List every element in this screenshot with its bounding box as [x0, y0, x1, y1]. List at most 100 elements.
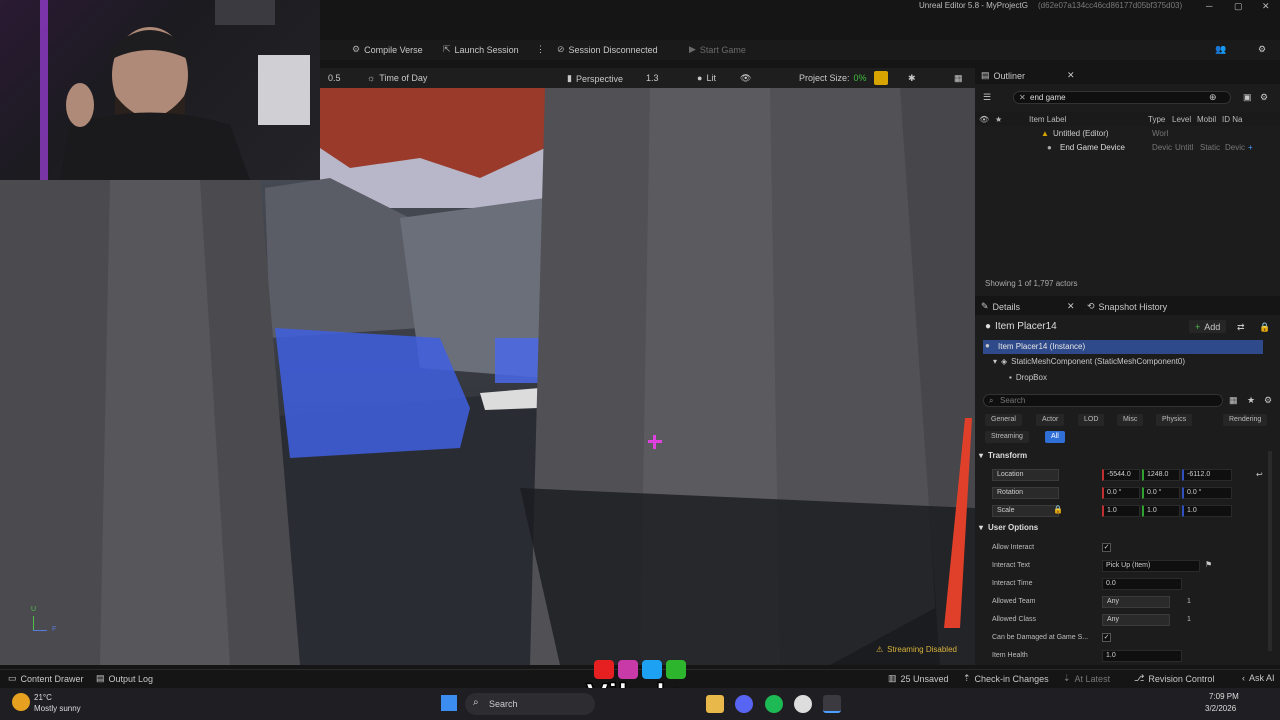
search-placeholder: Search: [1000, 396, 1026, 405]
col-item-label[interactable]: Item Label: [1029, 115, 1066, 124]
minimize-button[interactable]: ─: [1206, 1, 1212, 11]
fov-dropdown[interactable]: 1.3: [646, 73, 659, 83]
star-icon[interactable]: ★: [1247, 395, 1255, 406]
table-row[interactable]: ● End Game Device Devic Untitl Static De…: [975, 141, 1280, 153]
layout-grid-icon[interactable]: ▦: [954, 73, 963, 84]
col-level[interactable]: Level: [1172, 115, 1191, 124]
col-mobility[interactable]: Mobil: [1197, 115, 1216, 124]
snap-toggle-icon[interactable]: [874, 71, 888, 85]
close-tab-icon[interactable]: ✕: [1067, 301, 1075, 312]
interact-time-field[interactable]: 0.0: [1102, 578, 1182, 590]
revision-control-button[interactable]: ⎇ Revision Control: [1134, 673, 1214, 684]
location-dropdown[interactable]: Location: [992, 469, 1059, 481]
discord-icon[interactable]: [735, 695, 753, 713]
close-button[interactable]: ✕: [1262, 1, 1270, 12]
scale-z-field[interactable]: 1.0: [1182, 505, 1232, 517]
lock-scale-icon[interactable]: 🔒: [1053, 505, 1063, 514]
lock-icon[interactable]: 🔒: [1259, 322, 1270, 333]
tab-details[interactable]: ✎ Details: [981, 301, 1020, 312]
col-type[interactable]: Type: [1148, 115, 1165, 124]
item-health-field[interactable]: 1.0: [1102, 650, 1182, 662]
maximize-button[interactable]: ▢: [1234, 1, 1243, 12]
rotation-dropdown[interactable]: Rotation: [992, 487, 1059, 499]
add-icon[interactable]: +: [1248, 143, 1253, 152]
outliner-settings-icon[interactable]: ⚙: [1260, 92, 1268, 103]
spotify-icon[interactable]: [765, 695, 783, 713]
project-size-label: Project Size:: [799, 73, 850, 83]
details-settings-icon[interactable]: ⚙: [1264, 395, 1272, 406]
content-drawer-button[interactable]: ▭ Content Drawer: [8, 673, 84, 684]
start-game-button[interactable]: ▶ Start Game: [689, 44, 746, 55]
filter-actor[interactable]: Actor: [1036, 414, 1065, 426]
ask-ai-button[interactable]: ‹ Ask AI: [1242, 673, 1275, 683]
scale-y-field[interactable]: 1.0: [1142, 505, 1180, 517]
project-size: Project Size: 0%: [799, 73, 867, 83]
table-view-icon[interactable]: ▦: [1229, 395, 1238, 406]
reset-icon[interactable]: ↩: [1256, 470, 1263, 479]
lit-button[interactable]: ● Lit: [697, 73, 716, 83]
filter-misc[interactable]: Misc: [1117, 414, 1144, 426]
chrome-icon[interactable]: [794, 695, 812, 713]
windows-start-icon[interactable]: [441, 695, 457, 711]
filter-icon[interactable]: ☰: [983, 92, 991, 103]
add-component-button[interactable]: + Add: [1189, 320, 1227, 333]
tab-outliner[interactable]: ▤ Outliner: [981, 70, 1025, 81]
interact-text-field[interactable]: Pick Up (Item): [1102, 560, 1200, 572]
location-x-field[interactable]: -5544.0: [1102, 469, 1140, 481]
perspective-button[interactable]: ▮ Perspective: [567, 73, 623, 84]
outliner-search-input[interactable]: ✕ end game: [1013, 91, 1231, 104]
more-options-icon[interactable]: ⋮: [536, 44, 545, 55]
unsaved-button[interactable]: ▥ 25 Unsaved: [888, 673, 949, 684]
users-icon[interactable]: 👥: [1215, 44, 1226, 55]
folder-icon[interactable]: ▣: [1243, 92, 1252, 103]
add-filter-icon[interactable]: ⊕: [1209, 92, 1217, 103]
tree-item-mesh[interactable]: ▾ ◈ StaticMeshComponent (StaticMeshCompo…: [993, 357, 1185, 366]
tab-snapshot-history[interactable]: ⟲ Snapshot History: [1087, 301, 1167, 312]
table-row[interactable]: ▲ Untitled (Editor) Worl: [975, 127, 1280, 139]
scale-dropdown[interactable]: Scale: [992, 505, 1059, 517]
rotation-z-field[interactable]: 0.0 °: [1182, 487, 1232, 499]
details-scrollbar[interactable]: [1268, 451, 1272, 651]
output-log-button[interactable]: ▤ Output Log: [96, 673, 153, 684]
tree-item-instance[interactable]: ● Item Placer14 (Instance): [983, 340, 1263, 354]
unreal-editor-icon[interactable]: [823, 695, 841, 713]
user-options-section-header[interactable]: ▾ User Options: [979, 523, 1038, 532]
settings-icon[interactable]: ⚙: [1258, 44, 1266, 55]
close-tab-icon[interactable]: ✕: [1067, 70, 1075, 81]
allow-interact-checkbox[interactable]: ✓: [1102, 543, 1111, 552]
time-of-day-button[interactable]: ☼ Time of Day: [367, 73, 427, 83]
file-explorer-icon[interactable]: [706, 695, 724, 713]
mesh-icon: ◈: [1001, 357, 1008, 366]
tree-item-dropbox[interactable]: ▪ DropBox: [1009, 373, 1047, 382]
camera-speed[interactable]: 0.5: [328, 73, 341, 83]
window-title: Unreal Editor 5.8 - MyProjectG: [919, 1, 1028, 10]
flag-icon[interactable]: ⚑: [1205, 560, 1212, 569]
axis-u-label: U: [31, 606, 37, 613]
weather-icon[interactable]: [12, 693, 30, 711]
transform-section-header[interactable]: ▾ Transform: [979, 451, 1027, 460]
allowed-class-dropdown[interactable]: Any: [1102, 614, 1170, 626]
show-icon[interactable]: 👁: [740, 73, 751, 84]
filter-physics[interactable]: Physics: [1156, 414, 1193, 426]
details-search-input[interactable]: ⌕ Search: [983, 394, 1223, 407]
filter-general[interactable]: General: [985, 414, 1022, 426]
viewport-settings-icon[interactable]: ✱: [908, 73, 916, 84]
scale-x-field[interactable]: 1.0: [1102, 505, 1140, 517]
blueprint-icon[interactable]: ⇄: [1237, 322, 1245, 333]
launch-session-button[interactable]: ⇱ Launch Session: [443, 44, 519, 55]
clear-search-icon[interactable]: ✕: [1019, 93, 1026, 102]
col-idname[interactable]: ID Na: [1222, 115, 1242, 124]
filter-lod[interactable]: LOD: [1078, 414, 1105, 426]
location-z-field[interactable]: -6112.0: [1182, 469, 1232, 481]
filter-streaming[interactable]: Streaming: [985, 431, 1029, 443]
rotation-y-field[interactable]: 0.0 °: [1142, 487, 1180, 499]
filter-all[interactable]: All: [1045, 431, 1065, 443]
damaged-checkbox[interactable]: ✓: [1102, 633, 1111, 642]
taskbar-search[interactable]: ⌕ Search: [465, 693, 595, 715]
location-y-field[interactable]: 1248.0: [1142, 469, 1180, 481]
compile-verse-button[interactable]: ⚙ Compile Verse: [352, 44, 423, 55]
filter-rendering[interactable]: Rendering: [1223, 414, 1268, 426]
allowed-team-dropdown[interactable]: Any: [1102, 596, 1170, 608]
check-in-button[interactable]: ⇡ Check-in Changes: [963, 673, 1049, 684]
rotation-x-field[interactable]: 0.0 °: [1102, 487, 1140, 499]
